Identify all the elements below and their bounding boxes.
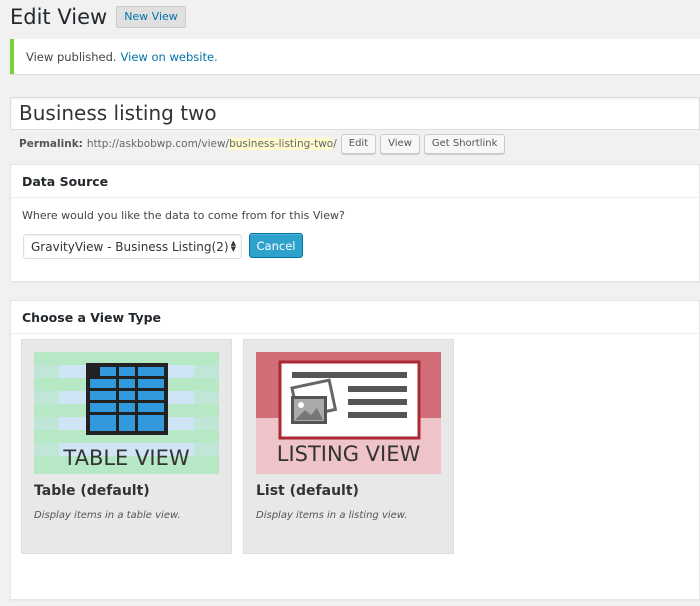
view-type-heading: Choose a View Type (11, 301, 699, 334)
table-option-name: Table (default) (34, 483, 150, 499)
permalink-label: Permalink: (19, 138, 83, 150)
edit-permalink-button[interactable]: Edit (340, 134, 377, 154)
permalink-slug[interactable]: business-listing-two (229, 138, 334, 150)
table-option-description: Display items in a table view. (34, 510, 181, 521)
list-option-description: Display items in a listing view. (256, 510, 408, 521)
get-shortlink-button[interactable]: Get Shortlink (423, 134, 506, 154)
cancel-button[interactable]: Cancel (249, 233, 303, 258)
listing-view-image: LISTING VIEW (256, 352, 441, 474)
table-view-image: TABLE VIEW (34, 352, 219, 474)
view-on-website-link[interactable]: View on website. (121, 50, 218, 64)
table-view-caption: TABLE VIEW (63, 446, 190, 470)
select-arrows-icon: ▲ ▼ (230, 239, 236, 253)
form-select[interactable]: GravityView - Business Listing(2) ▲ ▼ (23, 234, 242, 259)
list-option-name: List (default) (256, 483, 359, 499)
form-select-value: GravityView - Business Listing(2) (31, 239, 229, 254)
permalink-trailing-slash: / (333, 138, 337, 150)
view-type-box: Choose a View Type TABLE VIEW Table (def… (10, 300, 700, 600)
new-view-button[interactable]: New View (116, 6, 186, 28)
view-type-option-list[interactable]: LISTING VIEW List (default) Display item… (243, 339, 454, 554)
data-source-heading: Data Source (11, 165, 699, 198)
data-source-question: Where would you like the data to come fr… (22, 209, 345, 222)
published-notice: View published. View on website. (10, 39, 700, 74)
permalink-row: Permalink: http://askbobwp.com/view/ bus… (19, 134, 506, 154)
view-type-option-table[interactable]: TABLE VIEW Table (default) Display items… (21, 339, 232, 554)
view-permalink-button[interactable]: View (380, 134, 420, 154)
data-source-box: Data Source Where would you like the dat… (10, 164, 700, 282)
page-header: Edit View New View (10, 4, 186, 30)
notice-message: View published. (26, 49, 117, 64)
page-title: Edit View (10, 5, 108, 29)
permalink-base-url: http://askbobwp.com/view/ (86, 138, 230, 150)
listing-view-caption: LISTING VIEW (276, 442, 421, 466)
view-title-input[interactable]: Business listing two (10, 97, 700, 130)
